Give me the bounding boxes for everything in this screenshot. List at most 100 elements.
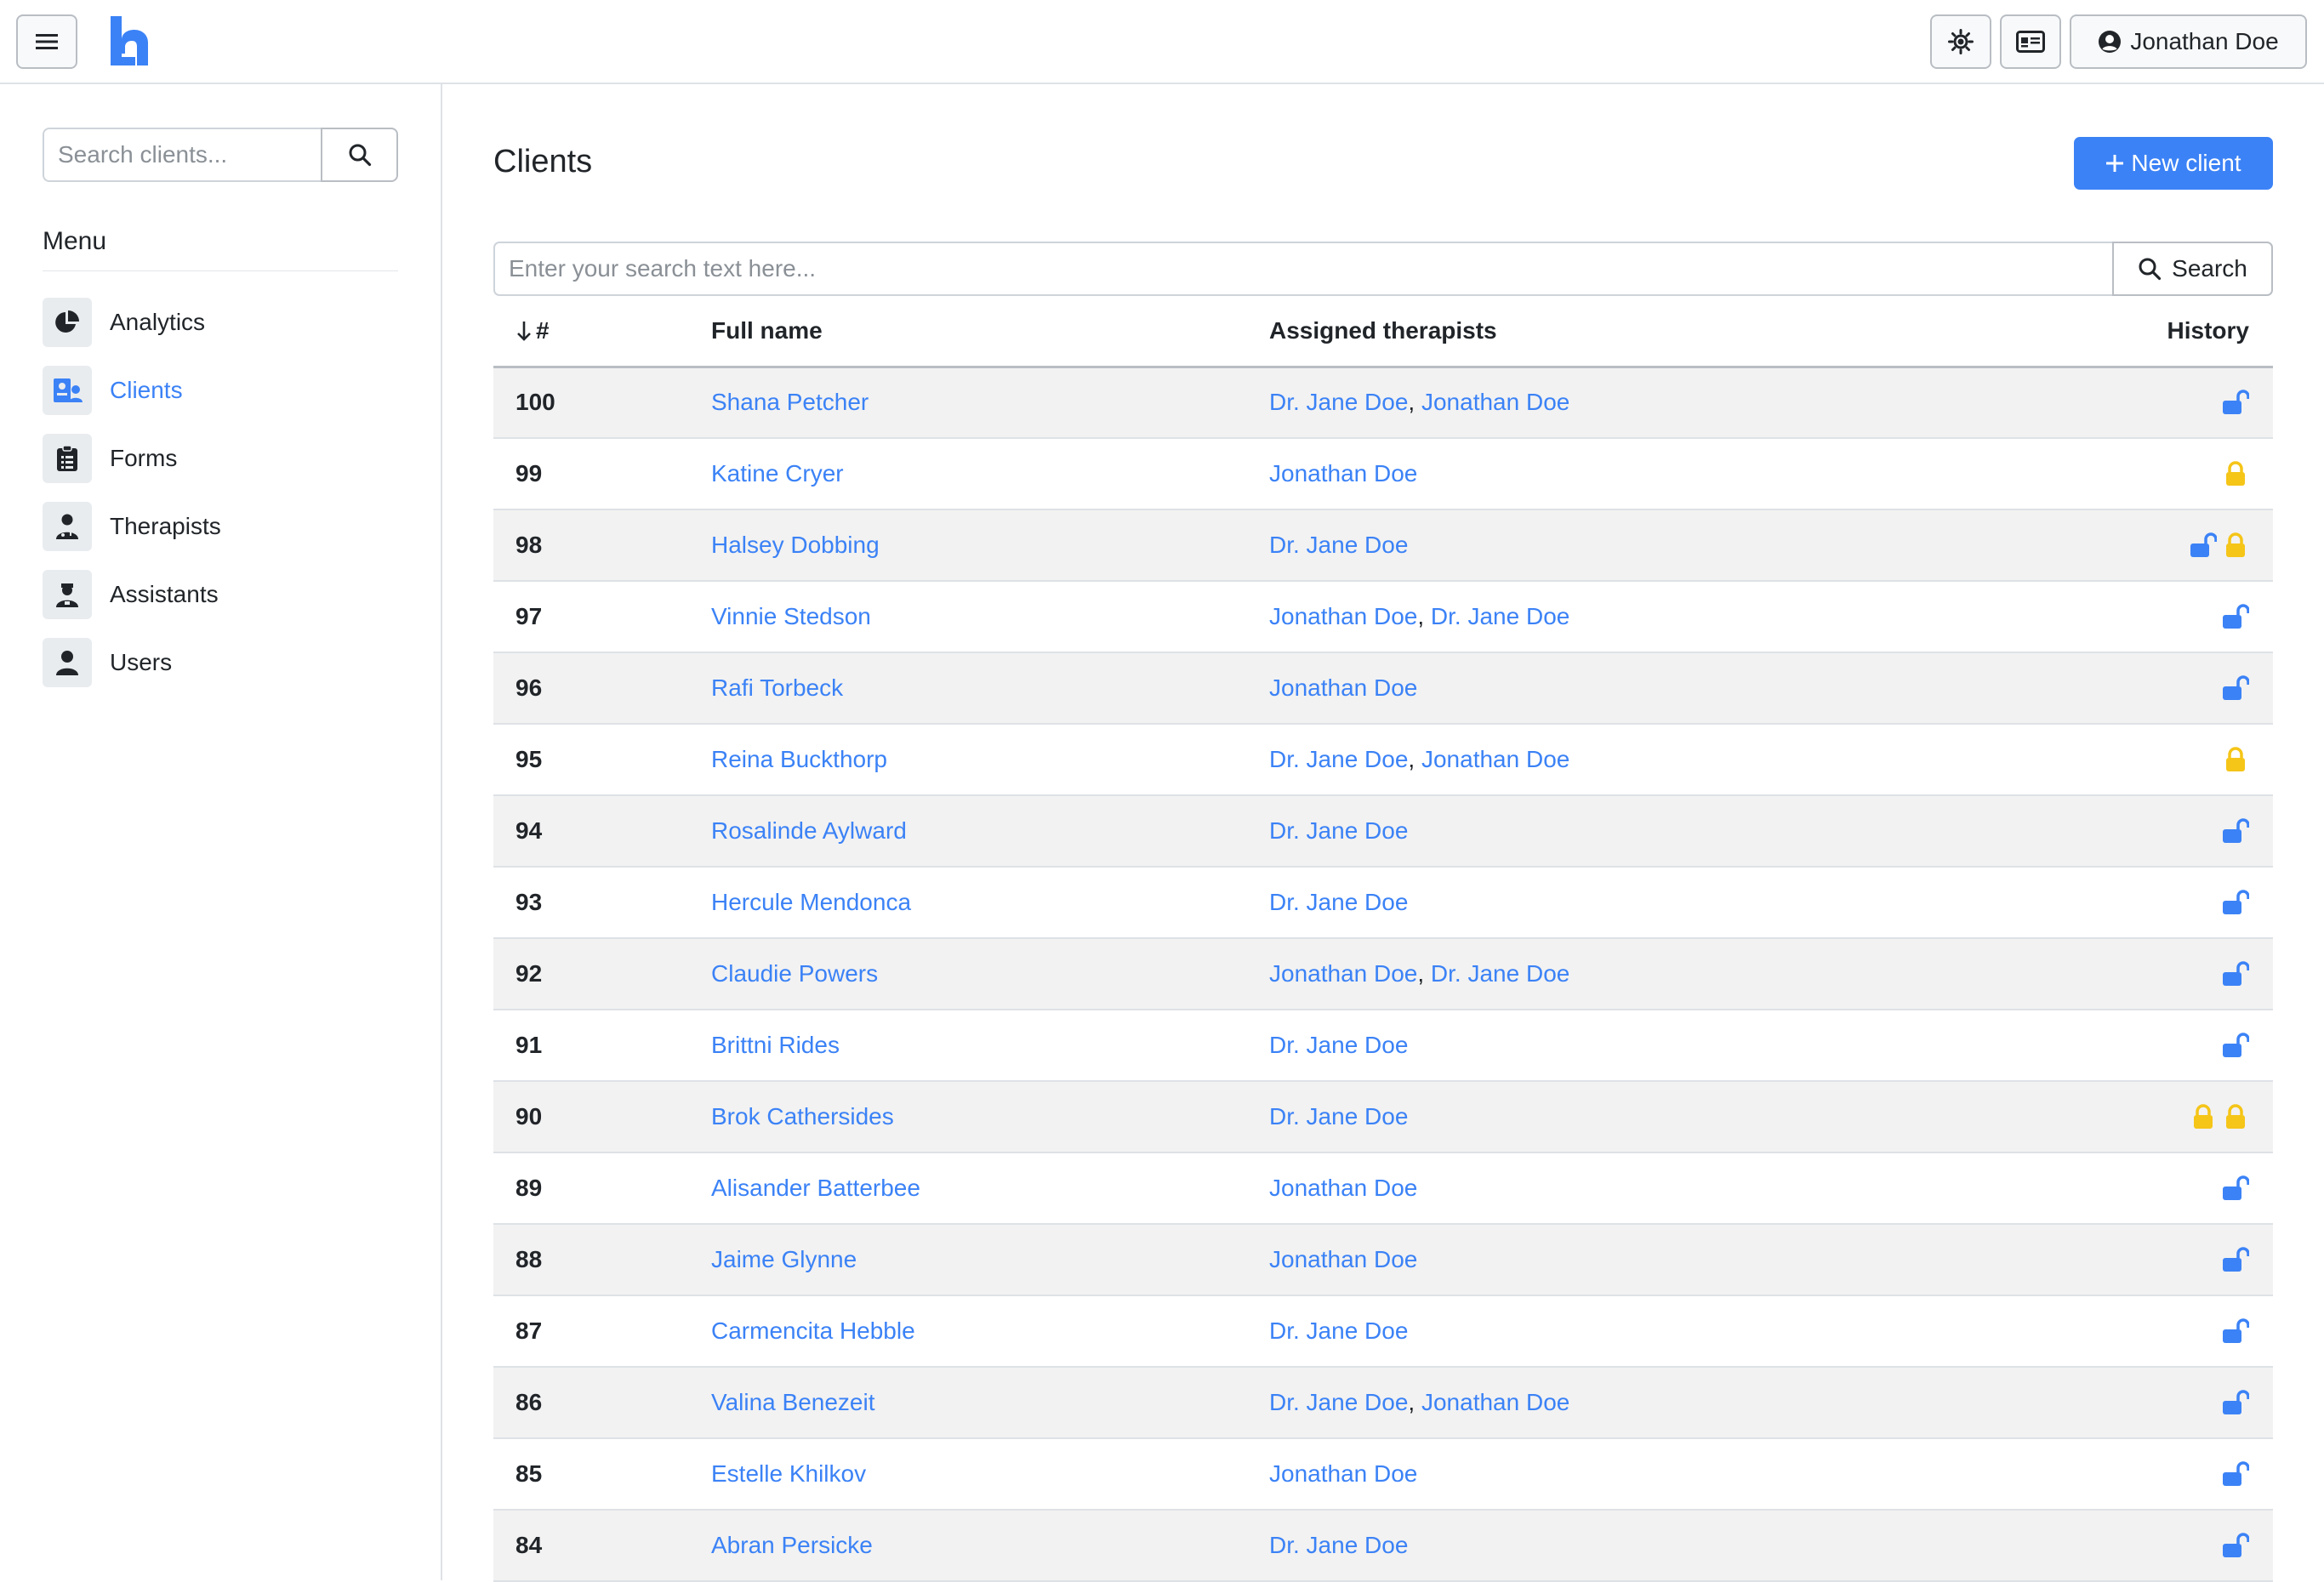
- unlock-icon[interactable]: [2222, 1317, 2249, 1346]
- unlock-icon[interactable]: [2222, 602, 2249, 631]
- app-logo[interactable]: [109, 14, 150, 67]
- sidebar-item-therapists[interactable]: Therapists: [43, 492, 398, 561]
- table-row[interactable]: 84 Abran Persicke Dr. Jane Doe: [493, 1510, 2273, 1582]
- client-name-link[interactable]: Valina Benezeit: [711, 1389, 875, 1415]
- unlock-icon[interactable]: [2222, 959, 2249, 988]
- table-row[interactable]: 91 Brittni Rides Dr. Jane Doe: [493, 1010, 2273, 1082]
- unlock-icon[interactable]: [2222, 1031, 2249, 1060]
- client-name-link[interactable]: Jaime Glynne: [711, 1246, 857, 1272]
- unlock-icon[interactable]: [2222, 1531, 2249, 1560]
- table-row[interactable]: 89 Alisander Batterbee Jonathan Doe: [493, 1152, 2273, 1225]
- column-header-number[interactable]: #: [493, 296, 711, 368]
- client-name-link[interactable]: Brok Cathersides: [711, 1103, 894, 1130]
- unlock-icon[interactable]: [2222, 674, 2249, 703]
- unlock-icon[interactable]: [2222, 1174, 2249, 1203]
- column-header-history[interactable]: History: [2035, 296, 2273, 368]
- client-name-link[interactable]: Carmencita Hebble: [711, 1317, 915, 1344]
- therapist-link[interactable]: Jonathan Doe: [1421, 1389, 1569, 1415]
- therapist-link[interactable]: Dr. Jane Doe: [1269, 389, 1408, 415]
- therapist-link[interactable]: Jonathan Doe: [1269, 1460, 1417, 1487]
- table-row[interactable]: 85 Estelle Khilkov Jonathan Doe: [493, 1438, 2273, 1511]
- client-name-link[interactable]: Estelle Khilkov: [711, 1460, 866, 1487]
- client-name-link[interactable]: Alisander Batterbee: [711, 1175, 920, 1201]
- sidebar-item-users[interactable]: Users: [43, 629, 398, 697]
- therapist-link[interactable]: Dr. Jane Doe: [1431, 603, 1569, 629]
- user-menu-button[interactable]: Jonathan Doe: [2070, 14, 2307, 69]
- table-row[interactable]: 94 Rosalinde Aylward Dr. Jane Doe: [493, 795, 2273, 868]
- client-name-cell: Jaime Glynne: [711, 1224, 1269, 1296]
- table-row[interactable]: 98 Halsey Dobbing Dr. Jane Doe: [493, 509, 2273, 582]
- sidebar-item-clients[interactable]: Clients: [43, 356, 398, 424]
- client-name-link[interactable]: Brittni Rides: [711, 1032, 840, 1058]
- client-name-link[interactable]: Claudie Powers: [711, 960, 878, 987]
- unlock-icon[interactable]: [2222, 388, 2249, 417]
- client-search-input[interactable]: [43, 128, 321, 182]
- table-search-button[interactable]: Search: [2112, 242, 2273, 296]
- table-row[interactable]: 90 Brok Cathersides Dr. Jane Doe: [493, 1081, 2273, 1153]
- unlock-icon[interactable]: [2222, 888, 2249, 917]
- table-row[interactable]: 92 Claudie Powers Jonathan Doe, Dr. Jane D…: [493, 938, 2273, 1010]
- client-name-link[interactable]: Reina Buckthorp: [711, 746, 887, 772]
- table-row[interactable]: 95 Reina Buckthorp Dr. Jane Doe, Jonathan …: [493, 724, 2273, 796]
- unlock-icon[interactable]: [2190, 531, 2217, 560]
- menu-toggle-button[interactable]: [16, 14, 77, 69]
- id-card-button[interactable]: [2000, 14, 2061, 69]
- client-search-group: [43, 128, 398, 182]
- table-row[interactable]: 96 Rafi Torbeck Jonathan Doe: [493, 652, 2273, 725]
- table-row[interactable]: 93 Hercule Mendonca Dr. Jane Doe: [493, 867, 2273, 939]
- lock-icon[interactable]: [2222, 745, 2249, 774]
- client-search-button[interactable]: [321, 128, 398, 182]
- therapist-link[interactable]: Jonathan Doe: [1269, 960, 1417, 987]
- client-name-link[interactable]: Vinnie Stedson: [711, 603, 871, 629]
- column-header-full-name[interactable]: Full name: [711, 296, 1269, 368]
- therapist-link[interactable]: Jonathan Doe: [1269, 1175, 1417, 1201]
- client-name-link[interactable]: Halsey Dobbing: [711, 532, 880, 558]
- sidebar-item-forms[interactable]: Forms: [43, 424, 398, 492]
- table-search-input[interactable]: [493, 242, 2112, 296]
- client-number: 97: [493, 581, 711, 653]
- therapist-link[interactable]: Jonathan Doe: [1269, 674, 1417, 701]
- lock-icon[interactable]: [2222, 531, 2249, 560]
- column-header-assigned-therapists[interactable]: Assigned therapists: [1269, 296, 2035, 368]
- client-name-link[interactable]: Shana Petcher: [711, 389, 869, 415]
- therapist-link[interactable]: Dr. Jane Doe: [1269, 1389, 1408, 1415]
- lock-icon[interactable]: [2190, 1102, 2217, 1131]
- unlock-icon[interactable]: [2222, 1245, 2249, 1274]
- unlock-icon[interactable]: [2222, 1388, 2249, 1417]
- therapist-link[interactable]: Dr. Jane Doe: [1269, 1103, 1408, 1130]
- therapist-link[interactable]: Dr. Jane Doe: [1269, 889, 1408, 915]
- sidebar-item-assistants[interactable]: Assistants: [43, 561, 398, 629]
- therapist-link[interactable]: Dr. Jane Doe: [1269, 1532, 1408, 1558]
- sidebar-item-analytics[interactable]: Analytics: [43, 288, 398, 356]
- new-client-button[interactable]: New client: [2074, 137, 2273, 190]
- client-name-link[interactable]: Hercule Mendonca: [711, 889, 911, 915]
- therapist-link[interactable]: Jonathan Doe: [1421, 746, 1569, 772]
- client-name-link[interactable]: Katine Cryer: [711, 460, 844, 487]
- therapist-link[interactable]: Dr. Jane Doe: [1269, 817, 1408, 844]
- therapist-link[interactable]: Dr. Jane Doe: [1269, 746, 1408, 772]
- unlock-icon[interactable]: [2222, 1460, 2249, 1488]
- therapist-link[interactable]: Dr. Jane Doe: [1431, 960, 1569, 987]
- client-name-cell: Abran Persicke: [711, 1510, 1269, 1582]
- therapist-link[interactable]: Dr. Jane Doe: [1269, 1317, 1408, 1344]
- theme-toggle-button[interactable]: [1930, 14, 1991, 69]
- client-name-link[interactable]: Rosalinde Aylward: [711, 817, 907, 844]
- table-row[interactable]: 100 Shana Petcher Dr. Jane Doe, Jonathan D…: [493, 367, 2273, 439]
- client-name-cell: Brok Cathersides: [711, 1081, 1269, 1153]
- lock-icon[interactable]: [2222, 459, 2249, 488]
- table-row[interactable]: 87 Carmencita Hebble Dr. Jane Doe: [493, 1295, 2273, 1368]
- client-name-link[interactable]: Abran Persicke: [711, 1532, 873, 1558]
- therapist-link[interactable]: Dr. Jane Doe: [1269, 532, 1408, 558]
- therapist-link[interactable]: Dr. Jane Doe: [1269, 1032, 1408, 1058]
- unlock-icon[interactable]: [2222, 817, 2249, 845]
- client-name-link[interactable]: Rafi Torbeck: [711, 674, 843, 701]
- therapist-link[interactable]: Jonathan Doe: [1269, 603, 1417, 629]
- therapist-link[interactable]: Jonathan Doe: [1269, 460, 1417, 487]
- table-row[interactable]: 88 Jaime Glynne Jonathan Doe: [493, 1224, 2273, 1296]
- therapist-link[interactable]: Jonathan Doe: [1421, 389, 1569, 415]
- table-row[interactable]: 99 Katine Cryer Jonathan Doe: [493, 438, 2273, 510]
- therapist-link[interactable]: Jonathan Doe: [1269, 1246, 1417, 1272]
- lock-icon[interactable]: [2222, 1102, 2249, 1131]
- table-row[interactable]: 97 Vinnie Stedson Jonathan Doe, Dr. Jane D…: [493, 581, 2273, 653]
- table-row[interactable]: 86 Valina Benezeit Dr. Jane Doe, Jonathan …: [493, 1367, 2273, 1439]
